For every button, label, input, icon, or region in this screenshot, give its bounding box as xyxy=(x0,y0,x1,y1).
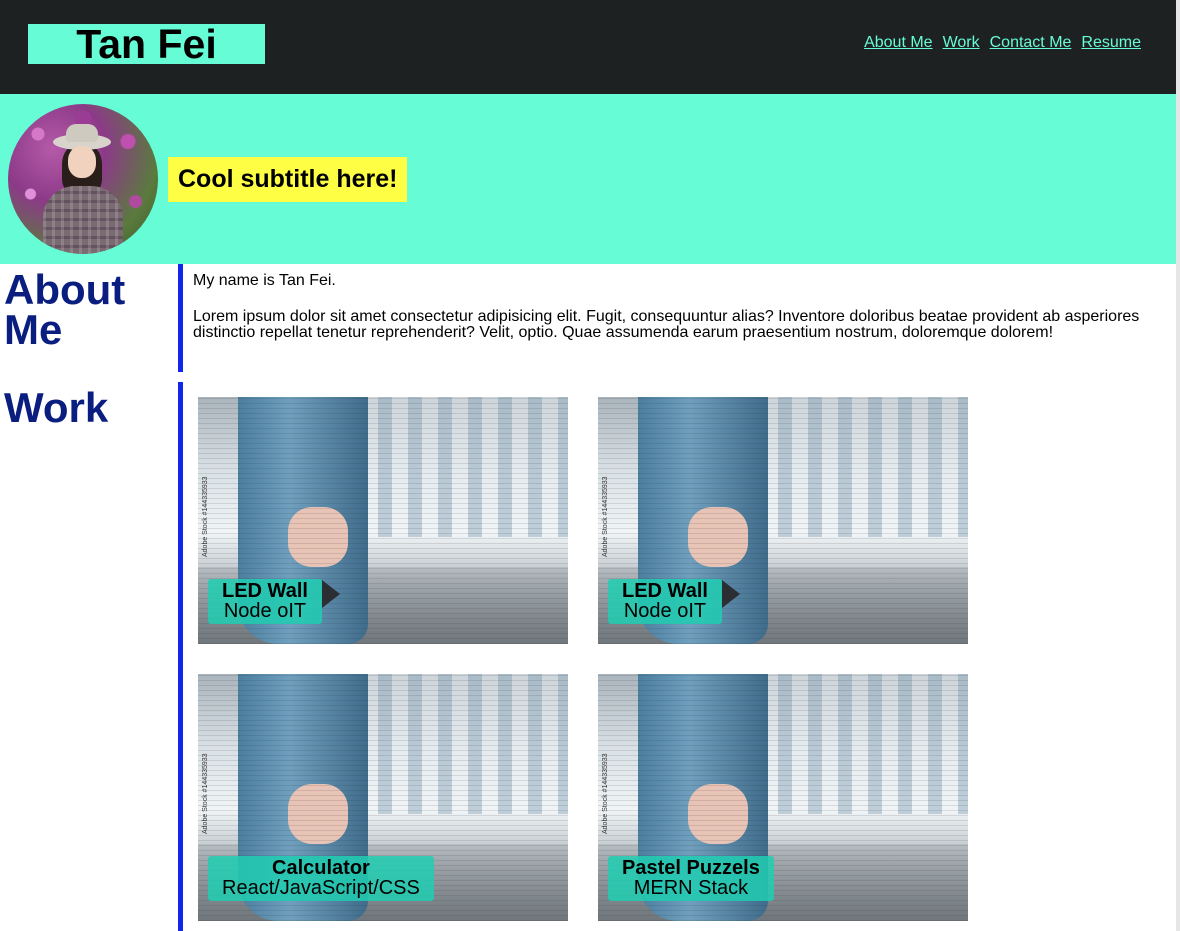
avatar-hat-crown xyxy=(66,124,98,142)
project-card[interactable]: Adobe Stock #144335933 LED Wall Node oIT xyxy=(198,397,568,644)
work-heading: Work xyxy=(4,384,109,431)
site-header: Tan Fei About Me Work Contact Me Resume xyxy=(0,0,1176,94)
about-heading: About Me xyxy=(4,266,126,353)
nav-resume[interactable]: Resume xyxy=(1081,34,1141,52)
project-card[interactable]: Adobe Stock #144335933 Calculator React/… xyxy=(198,674,568,921)
nav-contact-me[interactable]: Contact Me xyxy=(990,34,1072,52)
main-nav: About Me Work Contact Me Resume xyxy=(864,34,1141,52)
project-tech: React/JavaScript/CSS xyxy=(222,877,420,899)
site-brand: Tan Fei xyxy=(28,24,265,65)
profile-avatar xyxy=(8,104,158,254)
avatar-body xyxy=(43,186,123,254)
project-label: LED Wall Node oIT xyxy=(608,579,722,624)
card-image-stamp: Adobe Stock #144335933 xyxy=(602,753,609,834)
project-label: Pastel Puzzels MERN Stack xyxy=(608,856,774,901)
project-label: LED Wall Node oIT xyxy=(208,579,322,624)
card-image-stamp: Adobe Stock #144335933 xyxy=(602,476,609,557)
project-title: Calculator xyxy=(272,857,370,879)
hero-subtitle: Cool subtitle here! xyxy=(168,157,408,202)
project-card[interactable]: Adobe Stock #144335933 LED Wall Node oIT xyxy=(598,397,968,644)
project-title: LED Wall xyxy=(622,580,708,602)
card-image-stamp: Adobe Stock #144335933 xyxy=(202,753,209,834)
about-paragraph: Lorem ipsum dolor sit amet consectetur a… xyxy=(193,308,1140,341)
work-section: Work Adobe Stock #144335933 LED Wall Nod… xyxy=(0,382,1176,931)
page-scrollbar[interactable] xyxy=(1176,0,1180,931)
project-card[interactable]: Adobe Stock #144335933 Pastel Puzzels ME… xyxy=(598,674,968,921)
project-label: Calculator React/JavaScript/CSS xyxy=(208,856,434,901)
project-title: Pastel Puzzels xyxy=(622,857,760,879)
avatar-face xyxy=(68,146,96,178)
work-divider xyxy=(178,382,183,931)
hero-banner: Cool subtitle here! xyxy=(0,94,1176,264)
about-section: About Me My name is Tan Fei. Lorem ipsum… xyxy=(0,264,1176,372)
project-tech: Node oIT xyxy=(223,600,307,622)
project-tech: MERN Stack xyxy=(633,877,749,899)
project-title: LED Wall xyxy=(222,580,308,602)
about-text: My name is Tan Fei. Lorem ipsum dolor si… xyxy=(193,273,1173,341)
nav-work[interactable]: Work xyxy=(943,34,980,52)
card-image-stamp: Adobe Stock #144335933 xyxy=(202,476,209,557)
nav-about-me[interactable]: About Me xyxy=(864,34,932,52)
about-divider xyxy=(178,264,183,372)
arrow-icon xyxy=(322,580,340,608)
arrow-icon xyxy=(722,580,740,608)
project-tech: Node oIT xyxy=(623,600,707,622)
about-paragraph: My name is Tan Fei. xyxy=(193,272,336,289)
